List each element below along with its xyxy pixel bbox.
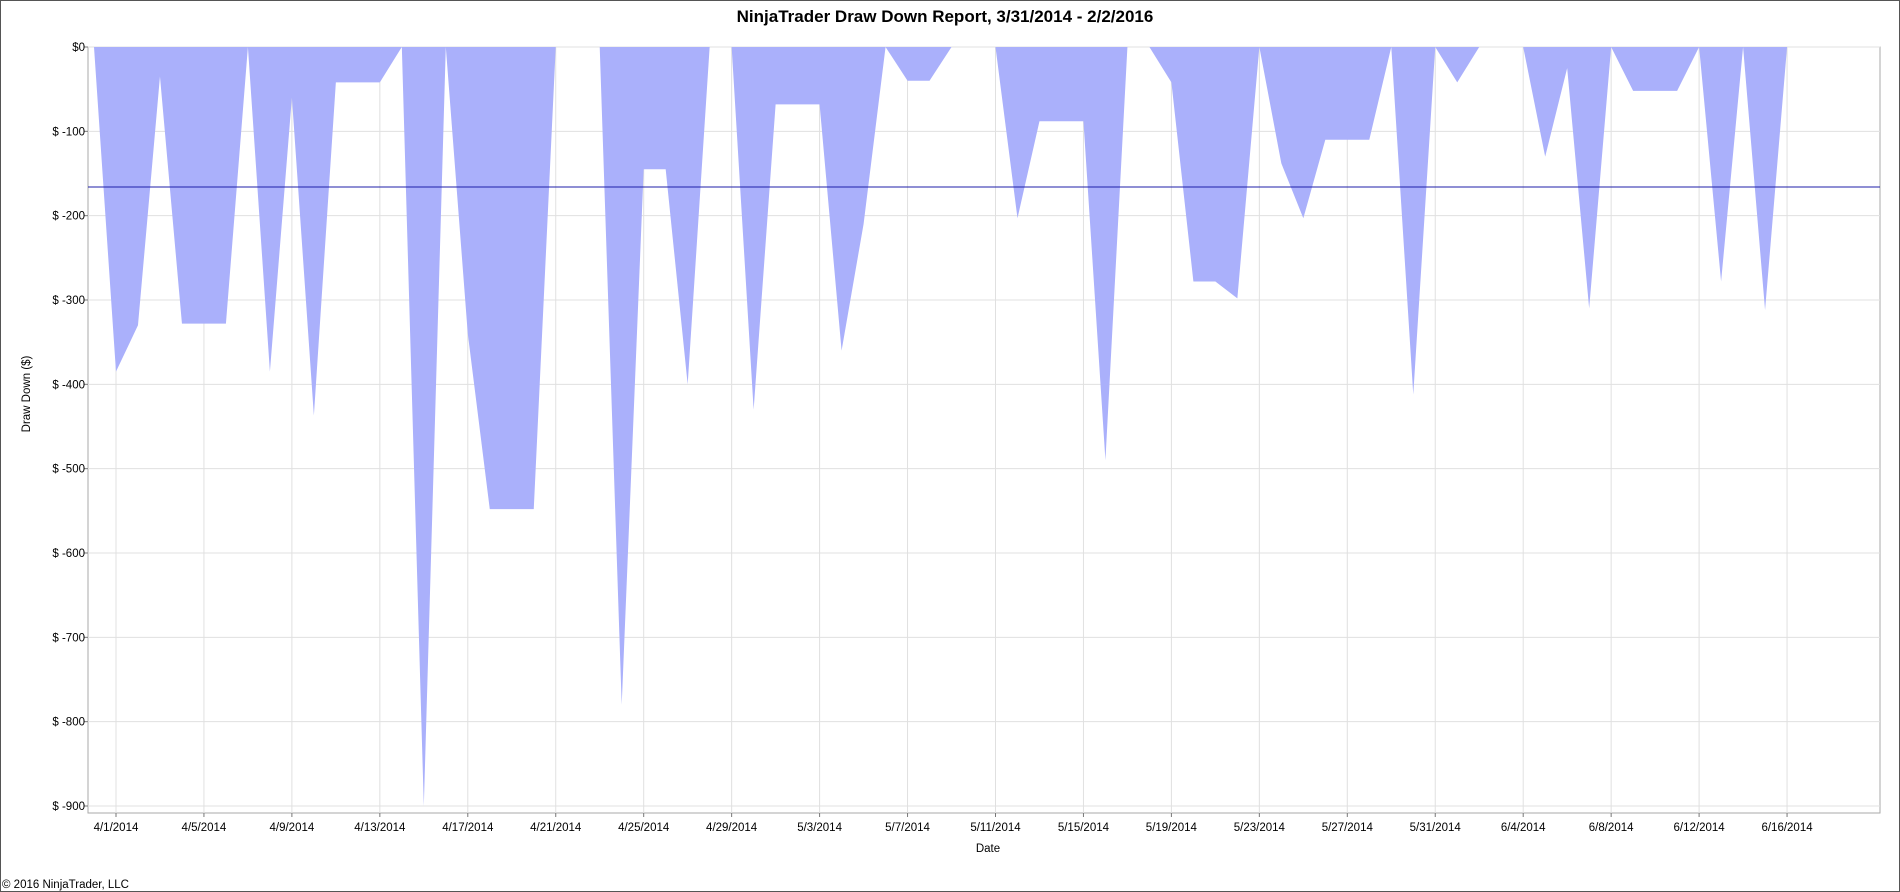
y-tick-label: $ -500 <box>52 464 85 476</box>
y-tick-label: $ -800 <box>52 717 85 729</box>
x-tick-label: 5/31/2014 <box>1410 822 1462 834</box>
x-tick-label: 5/3/2014 <box>797 822 842 834</box>
y-axis-ticks: $0 $ -100 $ -200 $ -300 $ -400 $ -500 $ -600 $ … <box>52 42 88 813</box>
drawdown-chart: NinjaTrader Draw Down Report, 3/31/2014 … <box>2 7 1881 891</box>
x-tick-label: 4/17/2014 <box>442 822 494 834</box>
x-tick-label: 4/9/2014 <box>270 822 315 834</box>
x-tick-label: 5/27/2014 <box>1322 822 1374 834</box>
x-tick-label: 4/13/2014 <box>354 822 406 834</box>
x-tick-label: 5/15/2014 <box>1058 822 1110 834</box>
x-tick-label: 4/29/2014 <box>706 822 758 834</box>
y-tick-label: $0 <box>72 42 85 54</box>
x-tick-label: 4/5/2014 <box>182 822 227 834</box>
x-tick-label: 6/16/2014 <box>1761 822 1813 834</box>
y-tick-label: $ -400 <box>52 379 85 391</box>
y-tick-label: $ -100 <box>52 126 85 138</box>
x-tick-label: 5/19/2014 <box>1146 822 1198 834</box>
chart-title: NinjaTrader Draw Down Report, 3/31/2014 … <box>737 7 1154 26</box>
x-tick-label: 6/4/2014 <box>1501 822 1546 834</box>
x-tick-label: 5/7/2014 <box>885 822 930 834</box>
x-tick-label: 6/12/2014 <box>1674 822 1726 834</box>
x-tick-label: 5/11/2014 <box>970 822 1021 834</box>
x-axis-ticks: 4/1/2014 4/5/2014 4/9/2014 4/13/2014 4/17/20… <box>94 813 1813 834</box>
x-tick-label: 6/8/2014 <box>1589 822 1634 834</box>
copyright-notice: © 2016 NinjaTrader, LLC <box>2 879 129 891</box>
y-tick-label: $ -300 <box>52 295 85 307</box>
y-axis-label: Draw Down ($) <box>21 355 33 432</box>
y-tick-label: $ -900 <box>52 801 85 813</box>
x-axis-label: Date <box>976 843 1000 855</box>
y-tick-label: $ -600 <box>52 548 85 560</box>
x-tick-label: 4/1/2014 <box>94 822 139 834</box>
y-tick-label: $ -700 <box>52 632 85 644</box>
x-tick-label: 5/23/2014 <box>1234 822 1286 834</box>
x-tick-label: 4/25/2014 <box>618 822 670 834</box>
y-tick-label: $ -200 <box>52 211 85 223</box>
x-tick-label: 4/21/2014 <box>530 822 582 834</box>
